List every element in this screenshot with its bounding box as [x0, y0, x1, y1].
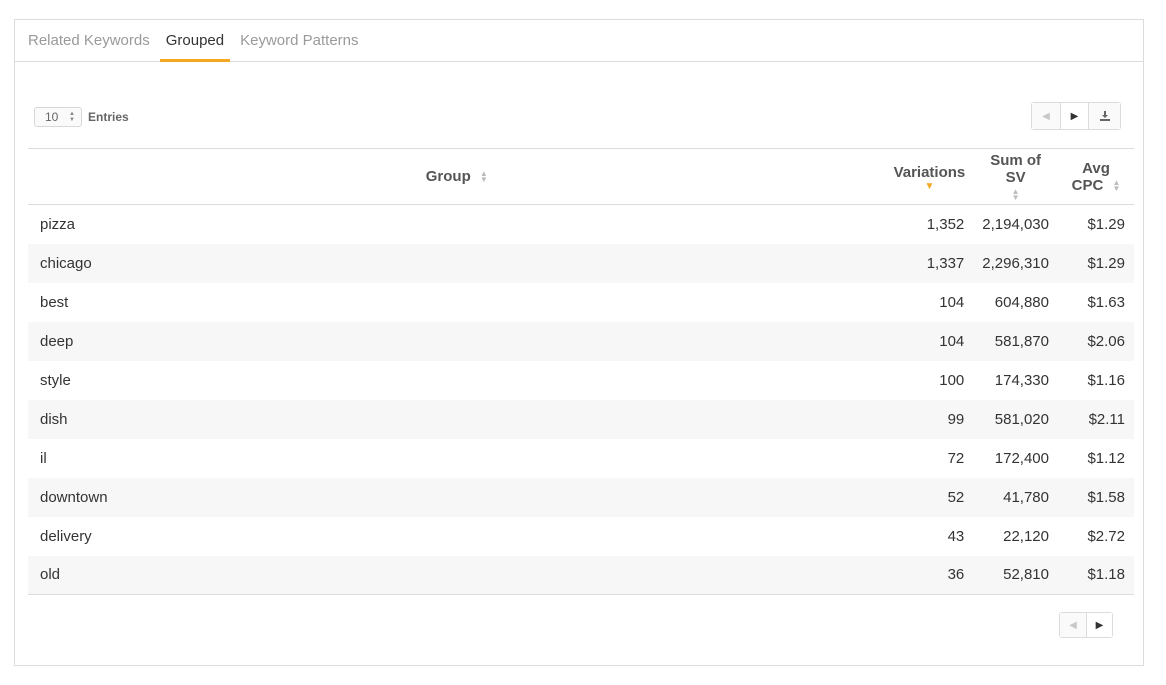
cell-avg-cpc: $1.63 — [1087, 293, 1125, 311]
column-header-sum-sv[interactable]: Sum of SV ▲ ▼ — [973, 148, 1058, 205]
tab-grouped[interactable]: Grouped — [159, 20, 231, 62]
cell-variations: 43 — [947, 527, 965, 545]
table-header-row: Group ▲ ▼ Variations ▼ Sum of SV ▲ ▼ Avg C… — [28, 148, 1134, 205]
caret-left-icon: ◀ — [1069, 619, 1077, 631]
cell-sum-sv: 2,194,030 — [982, 215, 1049, 233]
cell-avg-cpc: $2.11 — [1058, 399, 1134, 439]
cell-group: il — [40, 449, 47, 467]
column-header-variations[interactable]: Variations ▼ — [885, 148, 974, 205]
cell-group: delivery — [40, 527, 92, 545]
cell-sum-sv: 22,120 — [1003, 527, 1049, 545]
table-row[interactable]: best 104 604,880 $1.63 — [28, 283, 1134, 322]
download-icon — [1099, 111, 1110, 121]
download-button[interactable] — [1088, 103, 1120, 129]
cell-group: pizza — [40, 215, 76, 233]
table-row[interactable]: style 100 174,330 $1.16 — [28, 361, 1134, 400]
cell-avg-cpc: $1.29 — [1087, 215, 1125, 233]
cell-group: style — [40, 371, 71, 389]
sort-icon: ▲ ▼ — [1112, 177, 1121, 193]
stepper-arrows-icon: ▲ ▼ — [69, 111, 75, 123]
sort-icon: ▲ ▼ — [479, 169, 488, 185]
cell-sum-sv: 581,870 — [973, 321, 1058, 361]
entries-select[interactable]: 10 ▲ ▼ — [34, 107, 82, 127]
cell-variations: 52 — [885, 477, 974, 517]
caret-right-icon: ▶ — [1095, 619, 1104, 631]
next-page-button[interactable]: ▶ — [1086, 613, 1112, 637]
cell-sum-sv: 174,330 — [994, 371, 1049, 389]
cell-avg-cpc: $2.06 — [1058, 321, 1134, 361]
cell-group: downtown — [28, 477, 886, 517]
sort-desc-icon: ▼ — [924, 180, 935, 192]
cell-variations: 36 — [885, 555, 974, 595]
cell-variations: 72 — [947, 449, 965, 467]
next-page-button[interactable]: ▶ — [1060, 103, 1088, 129]
cell-avg-cpc: $1.16 — [1087, 371, 1125, 389]
cell-variations: 104 — [885, 321, 974, 361]
cell-group: dish — [28, 399, 886, 439]
table-row[interactable]: chicago 1,337 2,296,310 $1.29 — [28, 243, 1134, 283]
tab-related-keywords[interactable]: Related Keywords — [28, 20, 156, 61]
entries-label: Entries — [88, 110, 129, 124]
cell-group: old — [28, 555, 886, 595]
cell-avg-cpc: $1.58 — [1058, 477, 1134, 517]
cell-sum-sv: 604,880 — [994, 293, 1049, 311]
column-label: Sum of SV — [990, 152, 1042, 186]
prev-page-button[interactable]: ◀ — [1060, 613, 1086, 637]
cell-group: best — [40, 293, 69, 311]
cell-variations: 99 — [885, 399, 974, 439]
table-toolbar: 10 ▲ ▼ Entries ◀ ▶ — [34, 102, 1121, 132]
cell-group: chicago — [28, 243, 886, 283]
tab-bar: Related Keywords Grouped Keyword Pattern… — [15, 20, 1143, 62]
cell-avg-cpc: $2.72 — [1087, 527, 1125, 545]
keyword-panel: Related Keywords Grouped Keyword Pattern… — [14, 19, 1144, 666]
table-row[interactable]: delivery 43 22,120 $2.72 — [28, 517, 1134, 556]
sort-icon: ▲ ▼ — [1011, 187, 1020, 202]
cell-variations: 1,352 — [926, 215, 965, 233]
cell-variations: 104 — [939, 293, 965, 311]
column-label: Group — [425, 168, 471, 185]
table-row[interactable]: pizza 1,352 2,194,030 $1.29 — [28, 205, 1134, 244]
tab-keyword-patterns[interactable]: Keyword Patterns — [240, 20, 364, 61]
column-label: Variations — [893, 163, 966, 181]
table-row[interactable]: old 36 52,810 $1.18 — [28, 555, 1134, 595]
cell-group: deep — [28, 321, 886, 361]
column-label: Avg CPC — [1071, 159, 1110, 194]
table-row[interactable]: downtown 52 41,780 $1.58 — [28, 477, 1134, 517]
grouped-keywords-table: Group ▲ ▼ Variations ▼ Sum of SV ▲ ▼ Avg C… — [28, 148, 1134, 595]
prev-page-button[interactable]: ◀ — [1032, 103, 1060, 129]
cell-avg-cpc: $1.18 — [1058, 555, 1134, 595]
cell-sum-sv: 41,780 — [973, 477, 1058, 517]
pager-top: ◀ ▶ — [1031, 102, 1121, 130]
cell-sum-sv: 2,296,310 — [973, 243, 1058, 283]
cell-avg-cpc: $1.29 — [1058, 243, 1134, 283]
cell-avg-cpc: $1.12 — [1087, 449, 1125, 467]
caret-right-icon: ▶ — [1070, 110, 1079, 122]
column-header-avg-cpc[interactable]: Avg CPC ▲ ▼ — [1058, 148, 1134, 205]
cell-sum-sv: 581,020 — [973, 399, 1058, 439]
caret-left-icon: ◀ — [1042, 110, 1050, 122]
cell-sum-sv: 172,400 — [994, 449, 1049, 467]
table-row[interactable]: il 72 172,400 $1.12 — [28, 439, 1134, 478]
cell-sum-sv: 52,810 — [973, 555, 1058, 595]
cell-variations: 100 — [939, 371, 965, 389]
table-row[interactable]: dish 99 581,020 $2.11 — [28, 399, 1134, 439]
entries-value: 10 — [45, 110, 59, 124]
table-row[interactable]: deep 104 581,870 $2.06 — [28, 321, 1134, 361]
cell-variations: 1,337 — [885, 243, 974, 283]
column-header-group[interactable]: Group ▲ ▼ — [28, 148, 886, 205]
pager-bottom: ◀ ▶ — [1059, 612, 1113, 638]
